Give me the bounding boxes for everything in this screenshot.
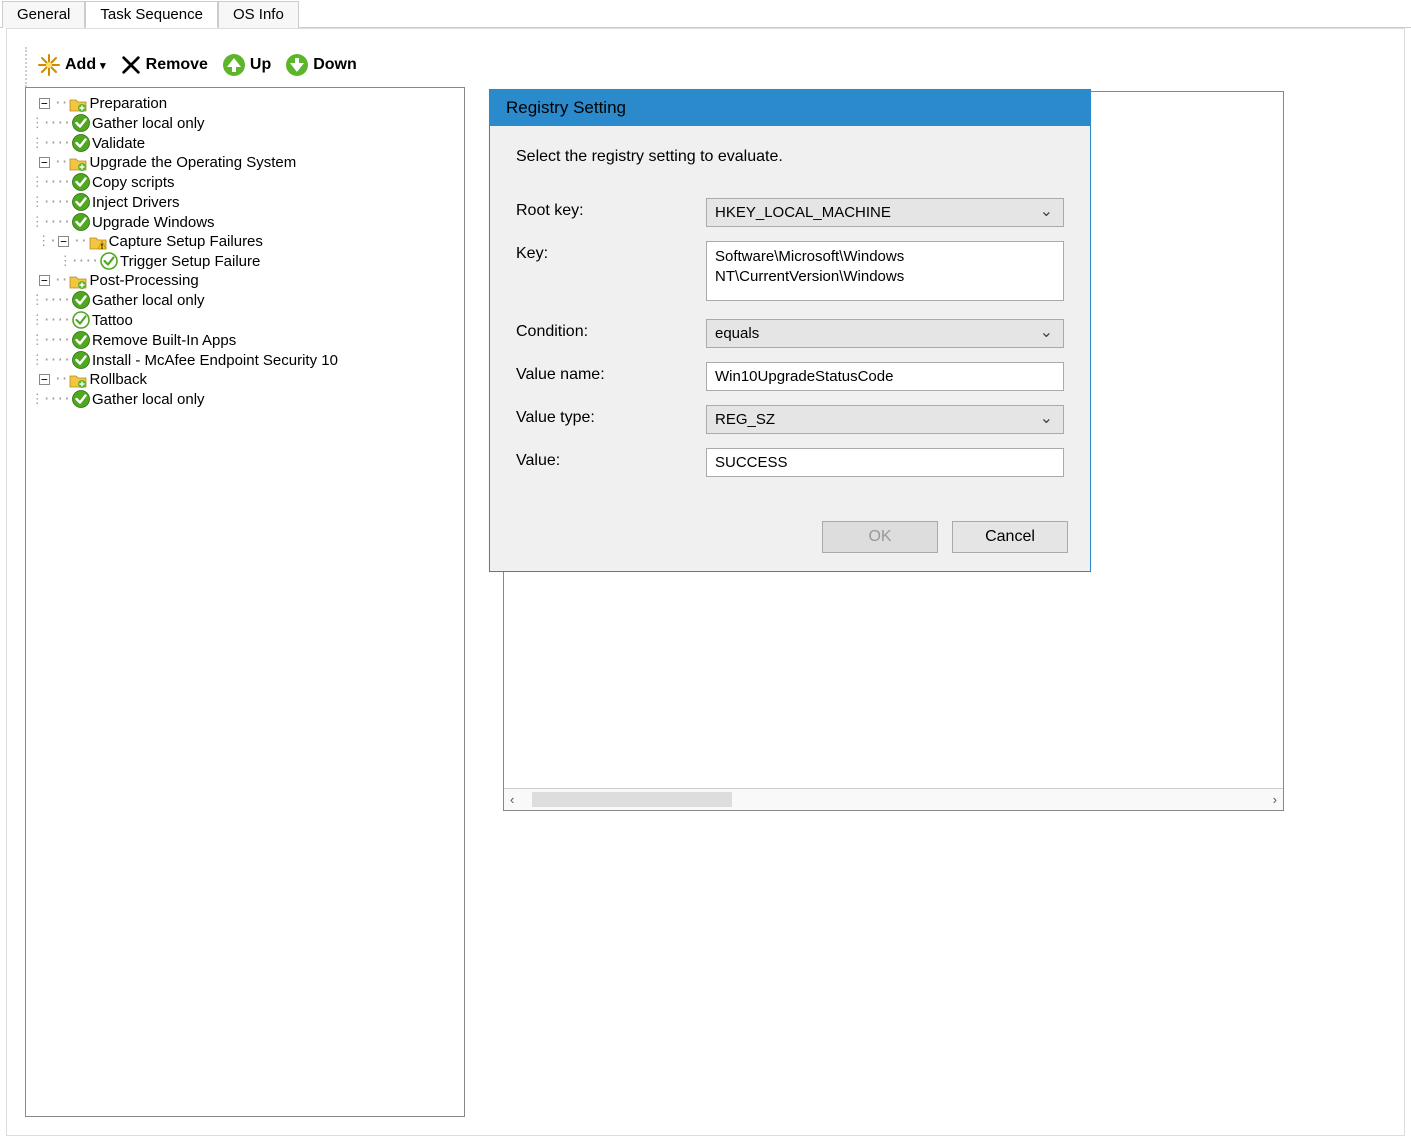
- tree-node-remove-builtin-apps[interactable]: ⋮···· Remove Built-In Apps: [30, 330, 460, 350]
- expander-icon[interactable]: −: [39, 157, 50, 168]
- check-icon: [72, 193, 90, 211]
- tab-os-info[interactable]: OS Info: [218, 1, 299, 28]
- tree-node-capture-setup-failures[interactable]: ⋮· −·· Capture Setup Failures: [30, 232, 460, 251]
- tree-label: Gather local only: [92, 115, 205, 132]
- cancel-button[interactable]: Cancel: [952, 521, 1068, 553]
- arrow-down-icon: [285, 53, 309, 77]
- tree-node-gather-local-only-2[interactable]: ⋮···· Gather local only: [30, 290, 460, 310]
- tree-node-preparation[interactable]: −·· Preparation: [30, 94, 460, 113]
- tree-label: Gather local only: [92, 391, 205, 408]
- expander-icon[interactable]: −: [39, 374, 50, 385]
- tab-general[interactable]: General: [2, 1, 85, 28]
- scroll-left-icon[interactable]: ‹: [510, 792, 514, 807]
- condition-select[interactable]: equals: [706, 319, 1064, 348]
- up-button[interactable]: Up: [218, 51, 275, 79]
- tree-node-gather-local-only[interactable]: ⋮···· Gather local only: [30, 113, 460, 133]
- remove-label: Remove: [146, 56, 208, 74]
- check-icon: [72, 114, 90, 132]
- tree-node-gather-local-only-3[interactable]: ⋮···· Gather local only: [30, 389, 460, 409]
- check-icon: [72, 173, 90, 191]
- dialog-description: Select the registry setting to evaluate.: [516, 148, 1064, 166]
- tab-task-sequence[interactable]: Task Sequence: [85, 1, 218, 28]
- toolbar: Add ▾ Remove Up Down: [25, 47, 465, 87]
- label-value-name: Value name:: [516, 362, 706, 384]
- tree-label: Rollback: [89, 371, 147, 388]
- folder-icon: [69, 155, 87, 171]
- tab-strip: General Task Sequence OS Info: [0, 0, 1411, 28]
- check-icon: [72, 390, 90, 408]
- tree-label: Trigger Setup Failure: [120, 253, 260, 270]
- root-key-select[interactable]: HKEY_LOCAL_MACHINE: [706, 198, 1064, 227]
- folder-warn-icon: [89, 234, 107, 250]
- tree-label: Copy scripts: [92, 174, 175, 191]
- value-name-input[interactable]: [706, 362, 1064, 391]
- tree-label: Upgrade the Operating System: [89, 154, 296, 171]
- tree-node-upgrade-windows[interactable]: ⋮···· Upgrade Windows: [30, 212, 460, 232]
- star-add-icon: [37, 53, 61, 77]
- tree-label: Preparation: [89, 95, 167, 112]
- horizontal-scrollbar[interactable]: ‹ ›: [504, 788, 1283, 810]
- tree-node-tattoo[interactable]: ⋮···· Tattoo: [30, 310, 460, 330]
- scroll-thumb[interactable]: [532, 792, 732, 807]
- label-root-key: Root key:: [516, 198, 706, 220]
- tree-label: Install - McAfee Endpoint Security 10: [92, 352, 338, 369]
- label-condition: Condition:: [516, 319, 706, 341]
- x-remove-icon: [120, 54, 142, 76]
- tree-node-trigger-setup-failure[interactable]: ⋮···· Trigger Setup Failure: [30, 251, 460, 271]
- check-icon: [72, 134, 90, 152]
- expander-icon[interactable]: −: [39, 275, 50, 286]
- label-key: Key:: [516, 241, 706, 263]
- tree-node-copy-scripts[interactable]: ⋮···· Copy scripts: [30, 172, 460, 192]
- ok-button[interactable]: OK: [822, 521, 938, 553]
- dropdown-caret-icon: ▾: [100, 59, 106, 72]
- tree-label: Inject Drivers: [92, 194, 180, 211]
- label-value-type: Value type:: [516, 405, 706, 427]
- check-icon: [72, 331, 90, 349]
- down-label: Down: [313, 56, 357, 74]
- tab-content: Add ▾ Remove Up Down: [6, 28, 1405, 1136]
- tree-label: Tattoo: [92, 312, 133, 329]
- scroll-right-icon[interactable]: ›: [1273, 792, 1277, 807]
- tree-node-install-mcafee[interactable]: ⋮···· Install - McAfee Endpoint Security…: [30, 350, 460, 370]
- tree-label: Upgrade Windows: [92, 214, 215, 231]
- tree-label: Gather local only: [92, 292, 205, 309]
- key-input[interactable]: [706, 241, 1064, 301]
- check-icon: [72, 291, 90, 309]
- add-button[interactable]: Add ▾: [33, 51, 110, 79]
- arrow-up-icon: [222, 53, 246, 77]
- add-label: Add: [65, 56, 96, 74]
- expander-icon[interactable]: −: [58, 236, 69, 247]
- expander-icon[interactable]: −: [39, 98, 50, 109]
- tree-label: Post-Processing: [89, 272, 198, 289]
- registry-setting-dialog: Registry Setting Select the registry set…: [489, 89, 1091, 572]
- up-label: Up: [250, 56, 271, 74]
- task-tree[interactable]: −·· Preparation ⋮···· Gather local only …: [25, 87, 465, 1117]
- remove-button[interactable]: Remove: [116, 52, 212, 78]
- dialog-title: Registry Setting: [490, 90, 1090, 126]
- tree-node-rollback[interactable]: −·· Rollback: [30, 370, 460, 389]
- tree-node-validate[interactable]: ⋮···· Validate: [30, 133, 460, 153]
- left-pane: Add ▾ Remove Up Down: [25, 47, 465, 1117]
- tree-node-post-processing[interactable]: −·· Post-Processing: [30, 271, 460, 290]
- tree-node-upgrade-os[interactable]: −·· Upgrade the Operating System: [30, 153, 460, 172]
- tree-node-inject-drivers[interactable]: ⋮···· Inject Drivers: [30, 192, 460, 212]
- check-outline-icon: [100, 252, 118, 270]
- check-icon: [72, 213, 90, 231]
- value-type-select[interactable]: REG_SZ: [706, 405, 1064, 434]
- down-button[interactable]: Down: [281, 51, 361, 79]
- folder-icon: [69, 372, 87, 388]
- check-icon: [72, 351, 90, 369]
- check-outline-icon: [72, 311, 90, 329]
- folder-icon: [69, 273, 87, 289]
- tree-label: Validate: [92, 135, 145, 152]
- tree-label: Remove Built-In Apps: [92, 332, 236, 349]
- tree-label: Capture Setup Failures: [109, 233, 263, 250]
- label-value: Value:: [516, 448, 706, 470]
- folder-icon: [69, 96, 87, 112]
- value-input[interactable]: [706, 448, 1064, 477]
